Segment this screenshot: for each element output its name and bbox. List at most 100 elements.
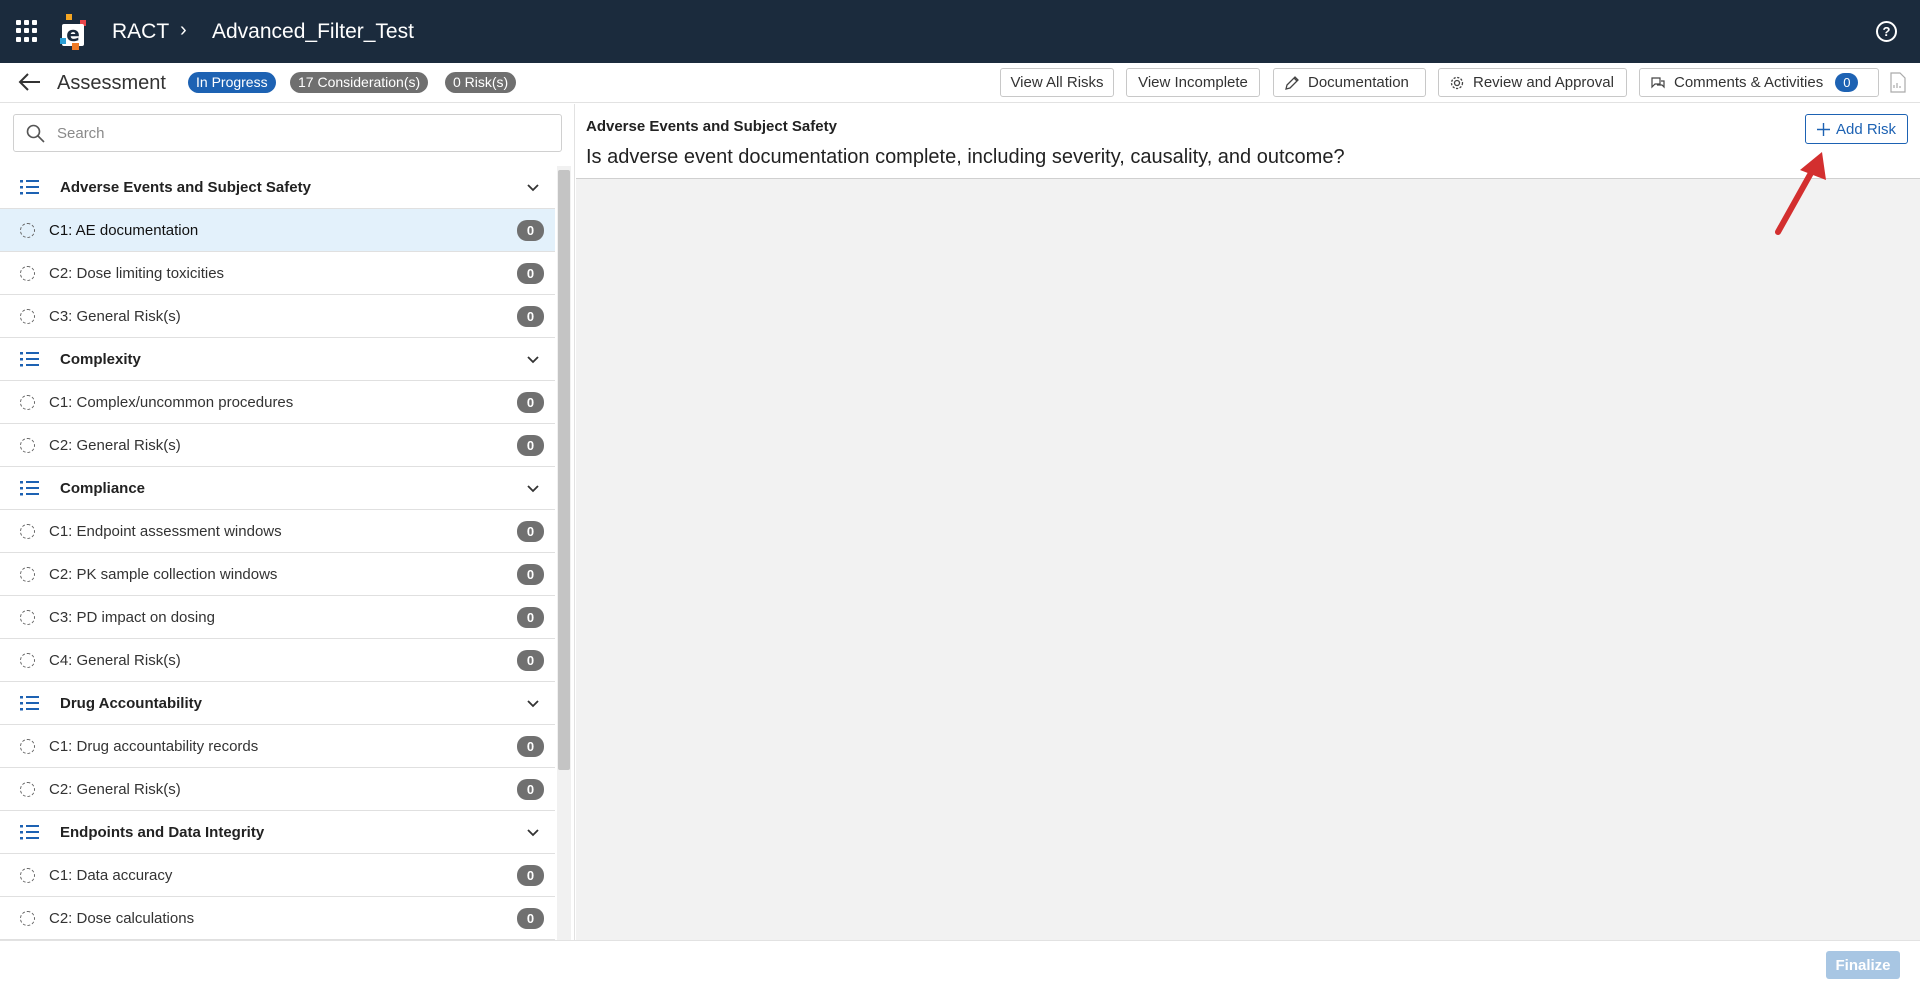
consideration-item[interactable]: C3: General Risk(s) 0 [0, 295, 555, 338]
view-incomplete-label: View Incomplete [1138, 74, 1248, 91]
category-group-label: Drug Accountability [60, 694, 202, 712]
status-badge: In Progress [188, 72, 276, 93]
risk-count-badge: 0 [517, 779, 544, 800]
considerations-list: Adverse Events and Subject Safety C1: AE … [0, 166, 555, 940]
risk-count-badge: 0 [517, 564, 544, 585]
documentation-button[interactable]: Documentation [1273, 68, 1426, 97]
top-app-bar: e RACT › Advanced_Filter_Test ? [0, 0, 1920, 63]
status-pending-icon [20, 438, 35, 453]
back-arrow-icon[interactable] [18, 71, 42, 93]
risk-count-badge: 0 [517, 736, 544, 757]
app-name[interactable]: RACT [112, 20, 169, 44]
category-group-header[interactable]: Endpoints and Data Integrity [0, 811, 555, 854]
risk-count-badge: 0 [517, 435, 544, 456]
status-pending-icon [20, 223, 35, 238]
sidebar-scrollbar[interactable] [557, 166, 571, 940]
project-name: Advanced_Filter_Test [212, 20, 414, 43]
view-all-risks-label: View All Risks [1010, 74, 1104, 91]
list-icon [20, 352, 39, 367]
consideration-item[interactable]: C1: Data accuracy 0 [0, 854, 555, 897]
risk-count-badge: 0 [517, 650, 544, 671]
list-icon [20, 180, 39, 195]
consideration-question: Is adverse event documentation complete,… [586, 146, 1345, 168]
consideration-item[interactable]: C1: Complex/uncommon procedures 0 [0, 381, 555, 424]
help-icon[interactable]: ? [1876, 21, 1897, 42]
pencil-icon [1285, 75, 1299, 90]
assessment-header: Assessment In Progress 17 Consideration(… [0, 63, 1920, 103]
category-group-header[interactable]: Complexity [0, 338, 555, 381]
category-group-label: Endpoints and Data Integrity [60, 823, 265, 841]
consideration-item[interactable]: C4: General Risk(s) 0 [0, 639, 555, 682]
consideration-item-label: C3: General Risk(s) [49, 308, 181, 325]
chevron-down-icon[interactable] [526, 697, 540, 711]
risk-count-badge: 0 [517, 220, 544, 241]
risk-count-badge: 0 [517, 306, 544, 327]
considerations-sidebar: Adverse Events and Subject Safety C1: AE … [0, 104, 575, 940]
consideration-item[interactable]: C2: General Risk(s) 0 [0, 768, 555, 811]
page-title: Assessment [57, 72, 166, 94]
consideration-item[interactable]: C2: General Risk(s) 0 [0, 424, 555, 467]
status-pending-icon [20, 524, 35, 539]
documentation-label: Documentation [1308, 74, 1409, 91]
view-all-risks-button[interactable]: View All Risks [1000, 68, 1114, 97]
risks-content-area [576, 179, 1920, 940]
search-icon [26, 124, 45, 143]
svg-text:e: e [66, 22, 80, 46]
consideration-item-label: C1: AE documentation [49, 222, 199, 239]
app-logo: e [60, 14, 86, 50]
consideration-item[interactable]: C2: Dose calculations 0 [0, 897, 555, 940]
status-pending-icon [20, 911, 35, 926]
consideration-item-label: C2: General Risk(s) [49, 781, 181, 798]
status-pending-icon [20, 739, 35, 754]
risk-count-badge: 0 [517, 607, 544, 628]
plus-icon [1816, 122, 1830, 136]
list-icon [20, 825, 39, 840]
consideration-item[interactable]: C1: AE documentation 0 [0, 209, 555, 252]
sidebar-scroll-thumb[interactable] [558, 170, 570, 770]
category-group-label: Compliance [60, 479, 146, 497]
consideration-item[interactable]: C2: PK sample collection windows 0 [0, 553, 555, 596]
category-group-header[interactable]: Adverse Events and Subject Safety [0, 166, 555, 209]
view-incomplete-button[interactable]: View Incomplete [1126, 68, 1260, 97]
document-icon[interactable] [1890, 72, 1906, 93]
add-risk-label: Add Risk [1835, 120, 1897, 138]
risk-count-badge: 0 [517, 392, 544, 413]
chat-bubbles-icon [1651, 76, 1665, 88]
consideration-item[interactable]: C3: PD impact on dosing 0 [0, 596, 555, 639]
search-box[interactable] [13, 114, 562, 152]
consideration-item-label: C2: Dose limiting toxicities [49, 265, 225, 282]
chevron-down-icon[interactable] [526, 482, 540, 496]
consideration-item-label: C2: Dose calculations [49, 910, 195, 927]
chevron-down-icon[interactable] [526, 181, 540, 195]
status-pending-icon [20, 567, 35, 582]
consideration-item-label: C2: PK sample collection windows [49, 566, 278, 583]
consideration-item[interactable]: C1: Endpoint assessment windows 0 [0, 510, 555, 553]
gear-icon [1450, 76, 1464, 89]
risk-count-badge: 0 [517, 908, 544, 929]
finalize-button[interactable]: Finalize [1826, 951, 1900, 979]
review-and-approval-button[interactable]: Review and Approval [1438, 68, 1627, 97]
comments-and-activities-button[interactable]: Comments & Activities 0 [1639, 68, 1879, 97]
add-risk-button[interactable]: Add Risk [1805, 114, 1908, 144]
chevron-down-icon[interactable] [526, 353, 540, 367]
chevron-down-icon[interactable] [526, 826, 540, 840]
consideration-item[interactable]: C1: Drug accountability records 0 [0, 725, 555, 768]
consideration-item-label: C3: PD impact on dosing [49, 609, 215, 626]
risk-count-badge: 0 [517, 263, 544, 284]
footer-bar: Finalize [0, 940, 1920, 989]
status-pending-icon [20, 610, 35, 625]
list-icon [20, 696, 39, 711]
category-group-header[interactable]: Drug Accountability [0, 682, 555, 725]
category-group-header[interactable]: Compliance [0, 467, 555, 510]
status-pending-icon [20, 266, 35, 281]
consideration-item[interactable]: C2: Dose limiting toxicities 0 [0, 252, 555, 295]
list-icon [20, 481, 39, 496]
app-launcher-grid-icon[interactable] [16, 20, 38, 42]
considerations-count-badge: 17 Consideration(s) [290, 72, 429, 93]
search-input[interactable] [57, 124, 537, 142]
status-pending-icon [20, 395, 35, 410]
status-pending-icon [20, 653, 35, 668]
consideration-header: Adverse Events and Subject Safety Is adv… [576, 104, 1920, 179]
consideration-item-label: C1: Data accuracy [49, 867, 173, 884]
consideration-item-label: C2: General Risk(s) [49, 437, 181, 454]
